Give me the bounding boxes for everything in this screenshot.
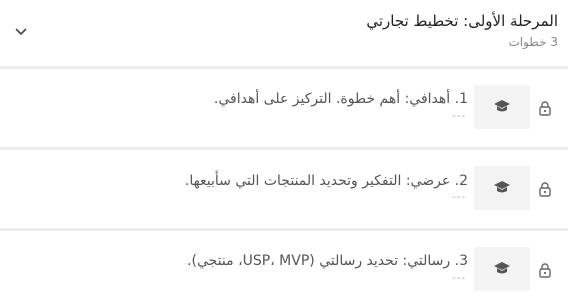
graduation-cap-icon xyxy=(494,262,510,274)
step-title: 3. رسالتي: تحديد رسالتي (USP، MVP، منتجي… xyxy=(187,253,468,269)
lock-icon xyxy=(539,101,551,116)
step-item[interactable]: 1. أهدافي: أهم خطوة. التركيز على أهدافي.… xyxy=(0,69,568,147)
step-item[interactable]: 2. عرضي: التفكير وتحديد المنتجات التي سأ… xyxy=(0,150,568,228)
module-title: المرحلة الأولى: تخطيط تجارتي xyxy=(366,12,558,30)
step-meta: --- xyxy=(452,273,466,284)
step-meta: --- xyxy=(452,111,466,122)
step-thumbnail xyxy=(474,166,530,210)
module-header[interactable]: المرحلة الأولى: تخطيط تجارتي 3 خطوات xyxy=(0,0,568,66)
step-meta: --- xyxy=(452,192,466,203)
step-title: 1. أهدافي: أهم خطوة. التركيز على أهدافي. xyxy=(213,91,468,107)
step-item[interactable]: 3. رسالتي: تحديد رسالتي (USP، MVP، منتجي… xyxy=(0,231,568,301)
module-steps-count: 3 خطوات xyxy=(508,35,558,49)
step-thumbnail xyxy=(474,247,530,291)
graduation-cap-icon xyxy=(494,100,510,112)
lock-icon xyxy=(539,263,551,278)
lock-icon xyxy=(539,182,551,197)
chevron-down-icon[interactable] xyxy=(12,24,30,38)
step-title: 2. عرضي: التفكير وتحديد المنتجات التي سأ… xyxy=(184,173,468,189)
step-thumbnail xyxy=(474,85,530,129)
graduation-cap-icon xyxy=(494,181,510,193)
